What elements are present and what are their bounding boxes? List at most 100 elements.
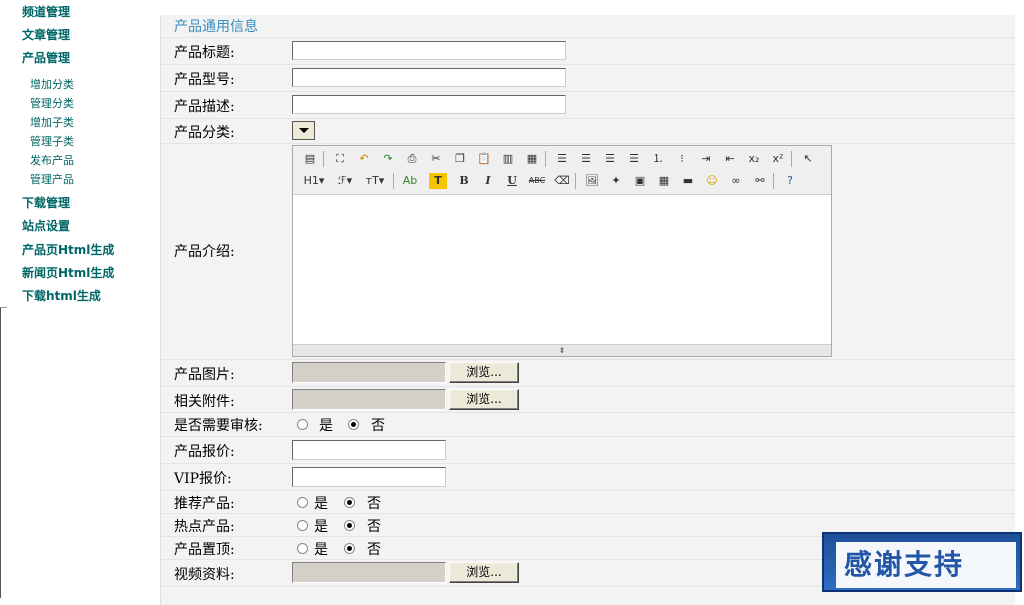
toolbar-separator (791, 151, 792, 167)
recommend-yes-radio[interactable] (297, 497, 308, 508)
attachment-browse-button[interactable]: 浏览... (449, 389, 519, 410)
image-file-input[interactable] (292, 362, 446, 383)
align-justify-icon[interactable]: ☰ (625, 151, 643, 167)
bold-icon[interactable]: B (455, 173, 473, 189)
row-image: 产品图片: 浏览... (161, 360, 1015, 387)
top-yes-radio[interactable] (297, 543, 308, 554)
thanks-badge[interactable]: 感谢支持 (822, 532, 1022, 592)
font-label: ℱ (337, 174, 347, 187)
editor-content-area[interactable] (293, 195, 831, 345)
insert-image-icon[interactable]: 🖼 (583, 173, 601, 189)
paste-word-icon[interactable]: ▦ (523, 151, 541, 167)
recommend-yes-label: 是 (314, 496, 328, 512)
row-model: 产品型号: (161, 65, 1015, 92)
align-left-icon[interactable]: ☰ (553, 151, 571, 167)
heading-dropdown[interactable]: H1▾ (301, 173, 327, 189)
vip-price-input[interactable] (292, 467, 446, 487)
nav-channel-management[interactable]: 频道管理 (22, 3, 70, 20)
video-browse-button[interactable]: 浏览... (449, 562, 519, 583)
category-select[interactable] (292, 121, 315, 140)
image-browse-button[interactable]: 浏览... (449, 362, 519, 383)
select-all-icon[interactable]: ↖ (799, 151, 817, 167)
nav-article-management[interactable]: 文章管理 (22, 26, 70, 43)
thanks-badge-text: 感谢支持 (836, 542, 1016, 588)
undo-icon[interactable]: ↶ (355, 151, 373, 167)
align-right-icon[interactable]: ☰ (601, 151, 619, 167)
superscript-icon[interactable]: x² (769, 151, 787, 167)
attachment-file-input[interactable] (292, 389, 446, 410)
nav-product-html[interactable]: 产品页Html生成 (22, 241, 114, 258)
toolbar-separator (575, 173, 576, 189)
insert-flash-icon[interactable]: ✦ (607, 173, 625, 189)
nav-download-html[interactable]: 下载html生成 (22, 287, 101, 304)
font-dropdown[interactable]: ℱ▾ (333, 173, 357, 189)
nav-sub-manage-product[interactable]: 管理产品 (30, 171, 74, 187)
top-no-radio[interactable] (344, 543, 355, 554)
category-label: 产品分类: (174, 125, 235, 141)
outdent-icon[interactable]: ⇤ (721, 151, 739, 167)
nav-download-management[interactable]: 下载管理 (22, 194, 70, 211)
price-label: 产品报价: (174, 444, 235, 460)
cut-icon[interactable]: ✂ (427, 151, 445, 167)
ordered-list-icon[interactable]: ⒈ (649, 151, 667, 167)
nav-site-settings[interactable]: 站点设置 (22, 217, 70, 234)
hot-no-radio[interactable] (344, 520, 355, 531)
eraser-icon[interactable]: ⌫ (553, 173, 571, 189)
hot-label: 热点产品: (174, 519, 235, 535)
help-icon[interactable]: ? (781, 173, 799, 189)
nav-product-management[interactable]: 产品管理 (22, 49, 70, 66)
paste-icon[interactable]: 📋 (475, 151, 493, 167)
description-input[interactable] (292, 95, 566, 114)
video-file-input[interactable] (292, 562, 446, 583)
nav-sub-manage-category[interactable]: 管理分类 (30, 95, 74, 111)
top-yes-label: 是 (314, 542, 328, 558)
copy-icon[interactable]: ❐ (451, 151, 469, 167)
audit-yes-label: 是 (319, 418, 333, 434)
insert-table-icon[interactable]: ▦ (655, 173, 673, 189)
model-input[interactable] (292, 68, 566, 87)
top-label: 产品置顶: (174, 542, 235, 558)
maximize-icon[interactable]: ⛶ (331, 151, 349, 167)
strikethrough-icon[interactable]: ABC (525, 173, 549, 189)
recommend-no-radio[interactable] (344, 497, 355, 508)
insert-media-icon[interactable]: ▣ (631, 173, 649, 189)
nav-sub-add-category[interactable]: 增加分类 (30, 76, 74, 92)
unordered-list-icon[interactable]: ⁝ (673, 151, 691, 167)
indent-icon[interactable]: ⇥ (697, 151, 715, 167)
subscript-icon[interactable]: x₂ (745, 151, 763, 167)
title-input[interactable] (292, 41, 566, 60)
vip-price-label: VIP报价: (174, 471, 232, 487)
intro-label: 产品介绍: (174, 244, 235, 260)
forecolor-icon[interactable]: Ab (401, 173, 419, 189)
link-icon[interactable]: ∞ (727, 173, 745, 189)
underline-icon[interactable]: U (503, 173, 521, 189)
editor-toolbar: ▤ ⛶ ↶ ↷ ⎙ ✂ ❐ 📋 ▥ ▦ ☰ ☰ ☰ ☰ ⒈ ⁝ ⇥ ⇤ x₂ x… (293, 146, 831, 195)
nav-sub-publish-product[interactable]: 发布产品 (30, 152, 74, 168)
nav-sub-add-subcategory[interactable]: 增加子类 (30, 114, 74, 130)
price-input[interactable] (292, 440, 446, 460)
nav-sub-manage-subcategory[interactable]: 管理子类 (30, 133, 74, 149)
attachment-label: 相关附件: (174, 394, 235, 410)
insert-hr-icon[interactable]: ▬ (679, 173, 697, 189)
emoticon-icon[interactable]: ☺ (703, 173, 721, 189)
editor-resize-handle[interactable]: ⬍ (293, 344, 831, 356)
hot-yes-radio[interactable] (297, 520, 308, 531)
unlink-icon[interactable]: ⚯ (751, 173, 769, 189)
nav-news-html[interactable]: 新闻页Html生成 (22, 264, 114, 281)
row-audit: 是否需要审核: 是 否 (161, 413, 1015, 437)
font-size-dropdown[interactable]: тT▾ (363, 173, 387, 189)
audit-yes-radio[interactable] (297, 419, 308, 430)
align-center-icon[interactable]: ☰ (577, 151, 595, 167)
video-label: 视频资料: (174, 567, 235, 583)
print-icon[interactable]: ⎙ (403, 151, 421, 167)
font-size-label: тT (365, 174, 379, 187)
source-icon[interactable]: ▤ (301, 151, 319, 167)
product-form: 产品通用信息 产品标题: 产品型号: 产品描述: 产品分类: 产品介绍: ▤ ⛶… (160, 15, 1015, 605)
sidebar: 频道管理 文章管理 产品管理 增加分类 管理分类 增加子类 管理子类 发布产品 … (0, 0, 160, 598)
paste-text-icon[interactable]: ▥ (499, 151, 517, 167)
highlight-icon[interactable]: T (429, 173, 447, 189)
row-recommend: 推荐产品: 是 否 (161, 491, 1015, 514)
redo-icon[interactable]: ↷ (379, 151, 397, 167)
italic-icon[interactable]: I (479, 173, 497, 189)
audit-no-radio[interactable] (348, 419, 359, 430)
